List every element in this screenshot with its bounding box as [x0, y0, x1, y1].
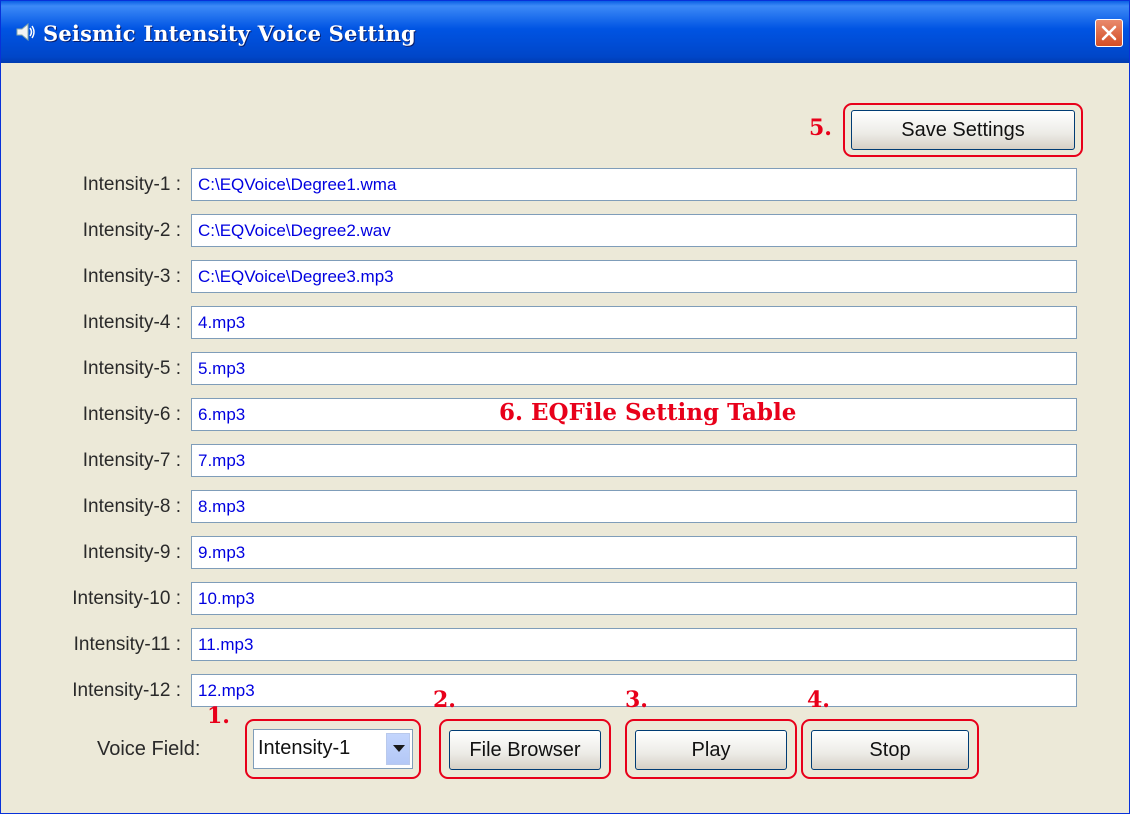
speaker-icon: [15, 22, 37, 42]
voice-field-label: Voice Field:: [97, 738, 201, 760]
intensity-file-field[interactable]: 5.mp3: [191, 352, 1077, 385]
stop-button[interactable]: Stop: [811, 730, 969, 770]
intensity-file-field[interactable]: 10.mp3: [191, 582, 1077, 615]
annotation-3: 3.: [625, 687, 648, 713]
close-icon: [1101, 25, 1117, 41]
intensity-label: Intensity-2 :: [82, 220, 181, 241]
intensity-label: Intensity-11 :: [73, 634, 181, 655]
close-button[interactable]: [1095, 19, 1123, 47]
dropdown-button[interactable]: [386, 733, 410, 765]
save-settings-button[interactable]: Save Settings: [851, 110, 1075, 150]
annotation-1: 1.: [207, 703, 230, 729]
voice-field-value: Intensity-1: [258, 737, 351, 759]
intensity-file-field[interactable]: 7.mp3: [191, 444, 1077, 477]
intensity-file-field[interactable]: 4.mp3: [191, 306, 1077, 339]
annotation-4: 4.: [807, 687, 830, 713]
voice-field-select[interactable]: Intensity-1: [253, 729, 413, 769]
title-bar[interactable]: Seismic Intensity Voice Setting: [1, 1, 1129, 63]
intensity-file-field[interactable]: C:\EQVoice\Degree2.wav: [191, 214, 1077, 247]
file-browser-button[interactable]: File Browser: [449, 730, 601, 770]
annotation-6-table: 6. EQFile Setting Table: [499, 399, 797, 426]
intensity-label: Intensity-5 :: [82, 358, 181, 379]
intensity-file-field[interactable]: 8.mp3: [191, 490, 1077, 523]
intensity-file-field[interactable]: 9.mp3: [191, 536, 1077, 569]
intensity-file-field[interactable]: C:\EQVoice\Degree1.wma: [191, 168, 1077, 201]
intensity-label: Intensity-8 :: [82, 496, 181, 517]
intensity-label: Intensity-4 :: [82, 312, 181, 333]
annotation-2: 2.: [433, 687, 456, 713]
window-title: Seismic Intensity Voice Setting: [43, 21, 416, 46]
intensity-file-field[interactable]: C:\EQVoice\Degree3.mp3: [191, 260, 1077, 293]
chevron-down-icon: [393, 745, 405, 752]
intensity-label: Intensity-10 :: [72, 588, 181, 609]
intensity-file-field[interactable]: 11.mp3: [191, 628, 1077, 661]
annotation-5: 5.: [809, 115, 832, 141]
intensity-label: Intensity-1 :: [82, 174, 181, 195]
intensity-label: Intensity-3 :: [82, 266, 181, 287]
intensity-label: Intensity-6 :: [82, 404, 181, 425]
intensity-label: Intensity-9 :: [82, 542, 181, 563]
intensity-label: Intensity-12 :: [72, 680, 181, 701]
voice-setting-window: Seismic Intensity Voice Setting 5. Save …: [0, 0, 1130, 814]
intensity-label: Intensity-7 :: [82, 450, 181, 471]
play-button[interactable]: Play: [635, 730, 787, 770]
